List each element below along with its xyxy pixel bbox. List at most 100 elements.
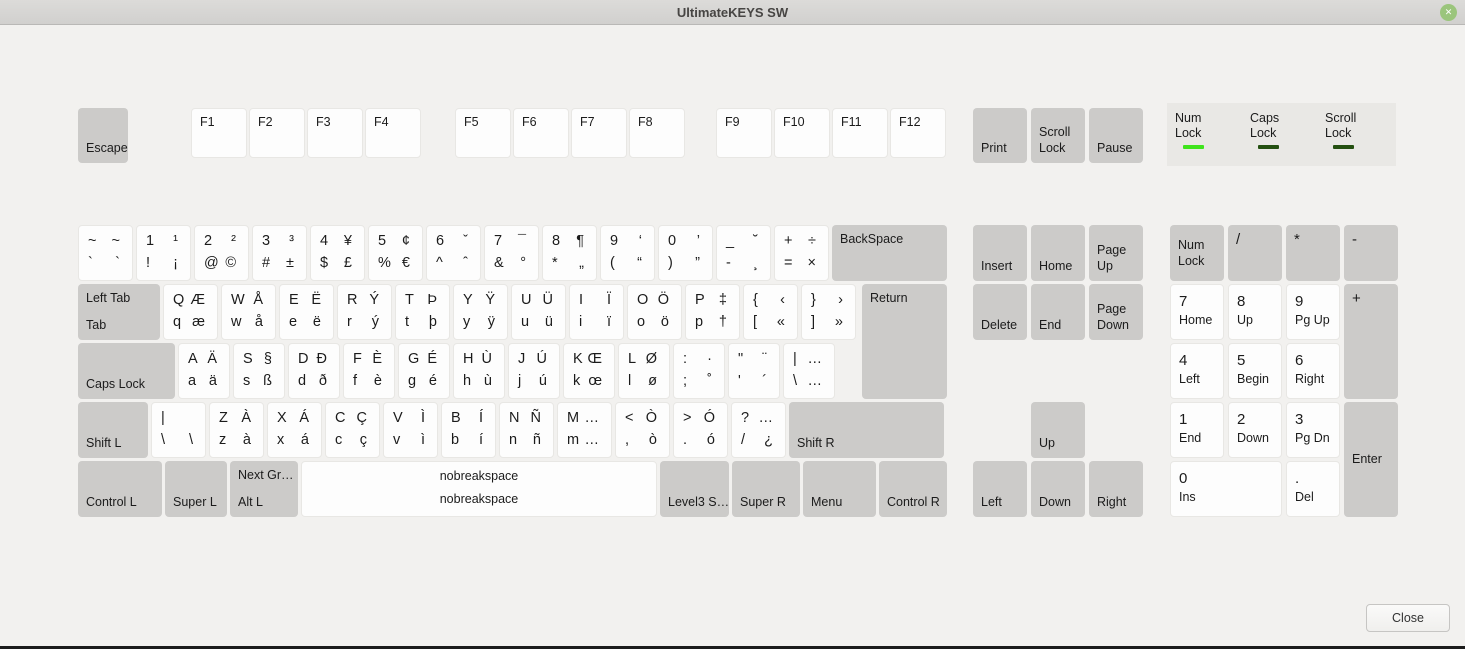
key-kp-enter[interactable]: Enter [1344,402,1398,517]
key-m[interactable]: M…m… [557,402,612,458]
key-kp-decimal[interactable]: .Del [1286,461,1340,517]
key-semicolon[interactable]: :·;˚ [673,343,725,399]
key-shift-r[interactable]: Shift R [789,402,944,458]
key-page-up[interactable]: PageUp [1089,225,1143,281]
key-g[interactable]: GÉgé [398,343,450,399]
key-print[interactable]: Print [973,108,1027,163]
key-q[interactable]: QÆqæ [163,284,218,340]
key-down[interactable]: Down [1031,461,1085,517]
key-backslash[interactable]: |…\… [783,343,835,399]
key-kp-6[interactable]: 6Right [1286,343,1340,399]
key-f[interactable]: FÈfè [343,343,395,399]
key-super-r[interactable]: Super R [732,461,800,517]
key-control-l[interactable]: Control L [78,461,162,517]
key-kp-4[interactable]: 4Left [1170,343,1224,399]
key-up[interactable]: Up [1031,402,1085,458]
key-f1[interactable]: F1 [191,108,247,158]
key-tab[interactable]: Left TabTab [78,284,160,340]
key-y[interactable]: YŸyÿ [453,284,508,340]
key-end[interactable]: End [1031,284,1085,340]
key-v[interactable]: VÌvì [383,402,438,458]
key-kp-9[interactable]: 9Pg Up [1286,284,1340,340]
key-kp-7[interactable]: 7Home [1170,284,1224,340]
key-f9[interactable]: F9 [716,108,772,158]
key-c[interactable]: CÇcç [325,402,380,458]
key-f12[interactable]: F12 [890,108,946,158]
key-8[interactable]: 8¶*„ [542,225,597,281]
key-equal[interactable]: +÷=× [774,225,829,281]
key-scroll-lock[interactable]: ScrollLock [1031,108,1085,163]
key-s[interactable]: S§sß [233,343,285,399]
key-caps-lock[interactable]: Caps Lock [78,343,175,399]
key-p[interactable]: P‡p† [685,284,740,340]
key-shift-l[interactable]: Shift L [78,402,148,458]
close-button[interactable]: Close [1366,604,1450,632]
key-0[interactable]: 0’)” [658,225,713,281]
key-kp-1[interactable]: 1End [1170,402,1224,458]
key-kp-8[interactable]: 8Up [1228,284,1282,340]
key-control-r[interactable]: Control R [879,461,947,517]
key-backspace[interactable]: BackSpace [832,225,947,281]
key-f2[interactable]: F2 [249,108,305,158]
key-kp-add[interactable]: + [1344,284,1398,399]
key-3[interactable]: 3³#± [252,225,307,281]
key-2[interactable]: 2²@© [194,225,249,281]
key-f7[interactable]: F7 [571,108,627,158]
key-grave[interactable]: ~~`` [78,225,133,281]
key-menu[interactable]: Menu [803,461,876,517]
key-alt-l[interactable]: Next Gr…Alt L [230,461,298,517]
key-f11[interactable]: F11 [832,108,888,158]
key-a[interactable]: AÄaä [178,343,230,399]
key-escape[interactable]: Escape [78,108,128,163]
key-kp-subtract[interactable]: - [1344,225,1398,281]
key-f10[interactable]: F10 [774,108,830,158]
key-n[interactable]: NÑnñ [499,402,554,458]
key-o[interactable]: OÖoö [627,284,682,340]
key-f3[interactable]: F3 [307,108,363,158]
key-intl-backslash[interactable]: |\\ [151,402,206,458]
key-4[interactable]: 4¥$£ [310,225,365,281]
key-d[interactable]: DÐdð [288,343,340,399]
key-comma[interactable]: <Ò,ò [615,402,670,458]
key-5[interactable]: 5¢%€ [368,225,423,281]
key-x[interactable]: XÁxá [267,402,322,458]
key-pause[interactable]: Pause [1089,108,1143,163]
key-6[interactable]: 6ˇ^ˆ [426,225,481,281]
key-delete[interactable]: Delete [973,284,1027,340]
key-f6[interactable]: F6 [513,108,569,158]
key-kp-2[interactable]: 2Down [1228,402,1282,458]
key-slash[interactable]: ?…/¿ [731,402,786,458]
key-b[interactable]: BÍbí [441,402,496,458]
key-z[interactable]: ZÀzà [209,402,264,458]
key-kp-3[interactable]: 3Pg Dn [1286,402,1340,458]
key-j[interactable]: JÚjú [508,343,560,399]
key-k[interactable]: KŒkœ [563,343,615,399]
key-f5[interactable]: F5 [455,108,511,158]
key-level3-shift[interactable]: Level3 S… [660,461,729,517]
key-e[interactable]: EËeë [279,284,334,340]
key-bracket-left[interactable]: {‹[« [743,284,798,340]
key-page-down[interactable]: PageDown [1089,284,1143,340]
key-bracket-right[interactable]: }›]» [801,284,856,340]
key-insert[interactable]: Insert [973,225,1027,281]
key-t[interactable]: TÞtþ [395,284,450,340]
key-return[interactable]: Return [862,284,947,399]
key-r[interactable]: RÝrý [337,284,392,340]
key-7[interactable]: 7¯&° [484,225,539,281]
key-minus[interactable]: _˘-¸ [716,225,771,281]
key-9[interactable]: 9‘(“ [600,225,655,281]
key-home[interactable]: Home [1031,225,1085,281]
key-left[interactable]: Left [973,461,1027,517]
key-kp-divide[interactable]: / [1228,225,1282,281]
key-f4[interactable]: F4 [365,108,421,158]
key-w[interactable]: WÅwå [221,284,276,340]
key-kp-multiply[interactable]: * [1286,225,1340,281]
key-l[interactable]: LØlø [618,343,670,399]
key-1[interactable]: 1¹!¡ [136,225,191,281]
key-period[interactable]: >Ó.ó [673,402,728,458]
key-i[interactable]: IÏiï [569,284,624,340]
key-super-l[interactable]: Super L [165,461,227,517]
key-num-lock[interactable]: NumLock [1170,225,1224,281]
key-u[interactable]: UÜuü [511,284,566,340]
key-space[interactable]: nobreakspacenobreakspace [301,461,657,517]
